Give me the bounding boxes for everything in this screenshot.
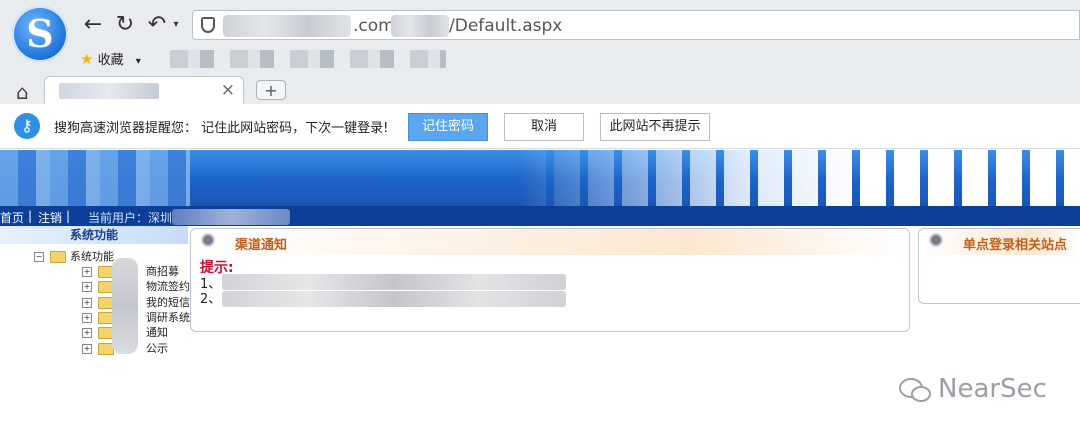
notice-line-blur — [222, 291, 566, 307]
sso-panel: 单点登录相关站点 — [918, 228, 1080, 304]
site-banner — [0, 150, 1080, 206]
menu-divider: | — [66, 209, 71, 223]
panel-header: 渠道通知 — [191, 229, 909, 255]
star-icon: ★ — [80, 50, 94, 68]
tree-item-label: 调研系统 — [146, 311, 190, 324]
back-icon[interactable]: ← — [80, 12, 106, 38]
panel-title: 单点登录相关站点 — [963, 238, 1068, 253]
cancel-button[interactable]: 取消 — [504, 113, 584, 141]
sidebar-title: 系统功能 — [0, 226, 188, 244]
tree-root-label: 系统功能 — [70, 250, 114, 263]
home-icon[interactable]: ⌂ — [16, 80, 29, 104]
top-menu: 首页 | 注销 | 当前用户：深圳市 — [0, 206, 1080, 226]
expand-icon[interactable]: + — [82, 313, 92, 323]
bookmarks-button[interactable]: ★ 收藏 ▾ — [80, 49, 141, 68]
tree-item-label: 公示 — [146, 342, 168, 355]
tab-title-blur — [59, 83, 159, 99]
address-blur — [223, 15, 351, 37]
tree-item[interactable]: + 我的短信功 — [82, 294, 201, 310]
bookmarks-bar-blur — [170, 50, 446, 68]
home-link[interactable]: 首页 — [0, 209, 24, 226]
watermark-text: NearSec — [938, 374, 1047, 404]
notice-line-blur — [222, 274, 566, 290]
speaker-icon — [929, 233, 943, 247]
collapse-icon[interactable]: − — [34, 252, 44, 262]
tree-item-label: 物流签约 — [146, 280, 190, 293]
expand-icon[interactable]: + — [82, 298, 92, 308]
expand-icon[interactable]: + — [82, 267, 92, 277]
menu-divider: | — [28, 209, 33, 223]
shield-icon — [201, 17, 215, 33]
key-icon: ⚷ — [14, 113, 40, 139]
tab-current[interactable]: × — [44, 76, 244, 105]
tree-item-label: 商招募 — [146, 265, 179, 278]
undo-icon[interactable]: ↶ — [144, 12, 170, 38]
panel-title: 渠道通知 — [235, 238, 288, 253]
banner-decoration — [520, 150, 1080, 206]
current-user: 当前用户：深圳市 — [88, 211, 185, 225]
panel-header: 单点登录相关站点 — [919, 229, 1080, 255]
close-icon[interactable]: × — [221, 80, 235, 100]
tree-label-blur — [112, 258, 138, 354]
chevron-down-icon: ▾ — [135, 56, 141, 67]
folder-icon — [50, 251, 66, 263]
refresh-icon[interactable]: ↻ — [112, 12, 138, 38]
new-tab-button[interactable]: + — [256, 80, 286, 100]
site-logo-blur — [0, 150, 190, 206]
never-remind-button[interactable]: 此网站不再提示 — [600, 113, 710, 141]
notice-line-2: 2、 — [200, 288, 221, 307]
dropdown-icon[interactable]: ▾ — [170, 12, 182, 38]
username-blur — [172, 209, 290, 225]
address-blur — [391, 15, 449, 37]
tree-root[interactable]: − 系统功能 — [34, 248, 114, 264]
remember-password-button[interactable]: 记住密码 — [408, 113, 488, 141]
address-path: /Default.aspx — [449, 16, 563, 36]
sogou-logo-icon: S — [12, 6, 68, 62]
expand-icon[interactable]: + — [82, 328, 92, 338]
notice-message: 搜狗高速浏览器提醒您： 记住此网站密码，下次一键登录! — [54, 121, 389, 136]
wechat-icon — [899, 378, 931, 402]
speaker-icon — [201, 233, 215, 247]
bookmarks-label: 收藏 — [97, 53, 124, 68]
logout-link[interactable]: 注销 — [38, 209, 62, 226]
expand-icon[interactable]: + — [82, 282, 92, 292]
expand-icon[interactable]: + — [82, 344, 92, 354]
line-prefix: 2、 — [200, 292, 222, 307]
address-bar[interactable]: .com/ /Default.aspx — [192, 10, 1080, 40]
tree-item-label: 通知 — [146, 326, 168, 339]
